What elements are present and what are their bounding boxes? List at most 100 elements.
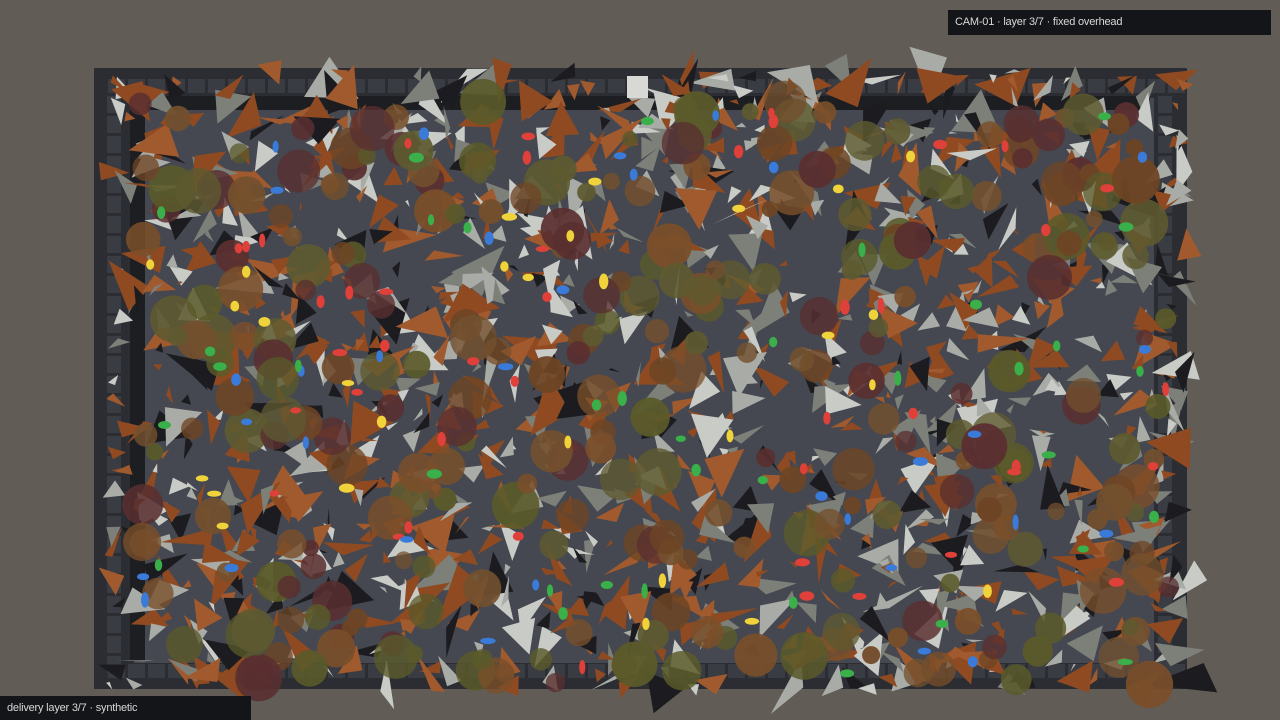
debris-blob: [320, 174, 340, 194]
debris-bead: [269, 490, 280, 497]
debris-blob: [472, 649, 493, 670]
debris-bead: [1041, 224, 1051, 237]
rim-segment: [148, 664, 165, 678]
debris-bead: [467, 357, 480, 366]
debris-bead: [613, 152, 627, 160]
debris-bead: [906, 150, 916, 163]
debris-bead: [768, 114, 779, 129]
debris-bead: [501, 213, 518, 221]
debris-bead: [522, 273, 534, 282]
debris-bead: [379, 339, 390, 352]
rim-segment: [107, 296, 121, 313]
debris-bead: [917, 647, 931, 655]
debris-blob: [349, 106, 395, 151]
debris-bead: [270, 186, 284, 194]
debris-blob: [1122, 619, 1139, 637]
debris-bead: [733, 145, 744, 159]
debris-blob: [940, 573, 960, 593]
rim-segment: [107, 236, 121, 253]
debris-bead: [1136, 366, 1144, 377]
debris-bead: [844, 513, 851, 525]
debris-blob: [832, 448, 875, 491]
debris-bead: [258, 317, 271, 327]
debris-bead: [546, 584, 554, 597]
debris-bead: [510, 375, 519, 387]
debris-blob: [1085, 210, 1103, 228]
debris-blob: [843, 496, 862, 515]
debris-bead: [832, 184, 844, 194]
debris-bead: [1099, 529, 1114, 538]
debris-blob: [367, 290, 395, 319]
debris-blob: [471, 167, 488, 184]
debris-bead: [556, 285, 570, 295]
debris-blob: [268, 204, 293, 229]
debris-blob: [566, 341, 590, 365]
debris-blob: [175, 168, 222, 214]
rim-segment: [368, 79, 385, 93]
debris-bead: [532, 579, 540, 591]
rim-segment: [548, 79, 565, 93]
debris-bead: [345, 285, 354, 300]
debris-bead: [967, 656, 978, 668]
debris-blob: [373, 634, 418, 679]
debris-bead: [376, 350, 384, 363]
debris-bead: [617, 391, 627, 406]
debris-blob: [844, 120, 885, 161]
debris-bead: [1147, 462, 1159, 471]
debris-blob: [321, 351, 355, 384]
debris-blob: [1090, 232, 1119, 260]
debris-bead: [521, 132, 535, 141]
debris-blob: [125, 221, 161, 257]
debris-bead: [799, 463, 808, 475]
debris-bead: [877, 297, 885, 314]
debris-blob: [939, 474, 975, 509]
debris-bead: [815, 491, 828, 501]
debris-blob: [585, 432, 617, 464]
debris-blob: [976, 121, 1004, 148]
debris-bead: [1014, 361, 1024, 376]
debris-blob: [893, 221, 932, 260]
debris-bead: [795, 558, 810, 567]
debris-blob: [539, 530, 569, 560]
debris-blob: [838, 197, 872, 232]
debris-blob: [704, 499, 733, 527]
debris-blob: [300, 553, 327, 580]
debris-bead: [379, 288, 394, 296]
debris-bead: [294, 359, 302, 373]
debris-blob: [662, 651, 702, 691]
debris-blob: [649, 519, 685, 555]
debris-bead: [234, 243, 243, 254]
debris-blob: [132, 154, 160, 182]
debris-bead: [658, 573, 667, 588]
debris-bead: [332, 349, 348, 357]
debris-bead: [1098, 112, 1111, 121]
debris-bead: [376, 415, 387, 428]
debris-blob: [445, 203, 466, 224]
debris-bead: [231, 373, 242, 386]
debris-blob: [510, 182, 542, 214]
debris-blob: [1066, 377, 1101, 413]
rim-segment: [188, 79, 205, 93]
debris-blob: [822, 612, 861, 651]
debris-blob: [868, 317, 889, 338]
debris-bead: [912, 457, 929, 466]
debris-blob: [347, 608, 368, 629]
debris-bead: [480, 637, 496, 645]
debris-blob: [408, 593, 444, 630]
debris-blob: [277, 149, 321, 193]
debris-blob: [218, 266, 264, 312]
debris-blob: [331, 241, 355, 265]
debris-bead: [744, 617, 760, 625]
debris-bead: [732, 204, 746, 213]
debris-blob: [186, 284, 223, 321]
rim-segment: [288, 79, 305, 93]
debris-blob: [304, 604, 331, 630]
debris-bead: [259, 233, 266, 248]
debris-bead: [500, 261, 509, 272]
camera-label: CAM-01 · layer 3/7 · fixed overhead: [948, 10, 1271, 35]
debris-bead: [933, 139, 947, 150]
debris-bead: [204, 346, 216, 357]
rim-segment: [107, 356, 121, 373]
debris-blob: [1107, 113, 1130, 135]
debris-blob: [950, 382, 973, 405]
